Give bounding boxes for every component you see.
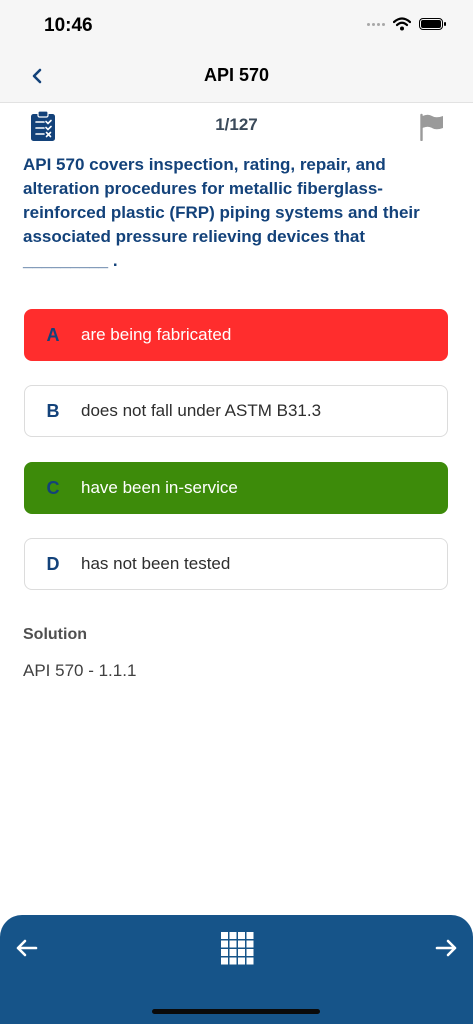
option-letter: C — [46, 477, 60, 498]
solution-heading: Solution — [23, 626, 87, 643]
solution-text: API 570 - 1.1.1 — [23, 661, 137, 680]
arrow-right-icon — [435, 939, 457, 957]
option-text: are being fabricated — [81, 325, 232, 344]
cellular-signal-icon — [367, 22, 385, 26]
wifi-icon — [393, 17, 411, 31]
status-bar: 10:46 — [0, 0, 473, 52]
bottom-nav-bar — [0, 915, 473, 1024]
flag-button[interactable] — [419, 113, 445, 146]
option-letter: D — [46, 553, 60, 574]
option-letter: A — [46, 324, 60, 345]
nav-bar: API 570 — [0, 52, 473, 103]
question-text: API 570 covers inspection, rating, repai… — [23, 155, 420, 270]
home-indicator — [152, 1009, 320, 1014]
option-text: has not been tested — [81, 554, 231, 573]
option-d[interactable]: D has not been tested — [24, 538, 448, 590]
option-b[interactable]: B does not fall under ASTM B31.3 — [24, 385, 448, 437]
next-question-button[interactable] — [431, 933, 461, 963]
status-icons — [367, 17, 446, 31]
previous-question-button[interactable] — [12, 933, 42, 963]
option-text: does not fall under ASTM B31.3 — [81, 401, 322, 420]
status-time: 10:46 — [44, 15, 93, 36]
option-text: have been in-service — [81, 478, 238, 497]
question-counter: 1/127 — [215, 115, 258, 134]
grid-icon — [221, 932, 254, 965]
question-grid-button[interactable] — [220, 931, 254, 965]
option-c[interactable]: C have been in-service — [24, 462, 448, 514]
option-letter: B — [46, 400, 60, 421]
option-a[interactable]: A are being fabricated — [24, 309, 448, 361]
flag-icon — [420, 113, 443, 142]
arrow-left-icon — [16, 939, 38, 957]
page-title: API 570 — [203, 65, 270, 85]
battery-icon — [419, 18, 446, 30]
